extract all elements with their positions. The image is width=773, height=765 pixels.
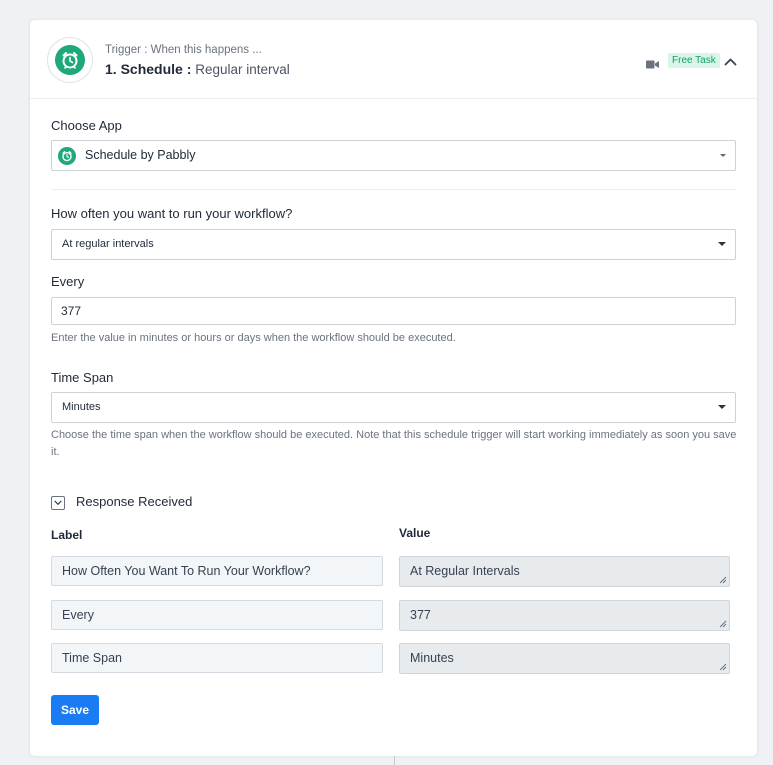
value-column-header: Value: [399, 526, 431, 540]
frequency-value: At regular intervals: [62, 238, 154, 250]
frequency-select[interactable]: At regular intervals: [51, 229, 736, 260]
alarm-clock-icon: [55, 45, 85, 75]
response-value-field[interactable]: At Regular Intervals: [399, 556, 730, 587]
choose-app-value: Schedule by Pabbly: [85, 148, 196, 162]
chevron-down-icon: [718, 242, 726, 246]
choose-app-label: Choose App: [51, 118, 122, 133]
alarm-clock-icon: [58, 147, 76, 165]
save-button[interactable]: Save: [51, 695, 99, 725]
chevron-up-icon[interactable]: [724, 54, 737, 72]
trigger-step-card: Trigger : When this happens ... 1. Sched…: [30, 20, 757, 756]
free-task-badge: Free Task: [668, 53, 720, 68]
chevron-down-icon: [718, 405, 726, 409]
every-input[interactable]: 377: [51, 297, 736, 325]
response-value-field[interactable]: Minutes: [399, 643, 730, 674]
time-span-label: Time Span: [51, 370, 114, 385]
time-span-help-text: Choose the time span when the workflow s…: [51, 429, 737, 458]
response-label-field[interactable]: Every: [51, 600, 383, 630]
resize-grip-icon[interactable]: [719, 576, 727, 584]
response-label-field[interactable]: Time Span: [51, 643, 383, 673]
response-label-field[interactable]: How Often You Want To Run Your Workflow?: [51, 556, 383, 586]
trigger-label: Trigger : When this happens ...: [105, 44, 262, 56]
chevron-down-icon: [720, 154, 726, 157]
divider: [51, 189, 736, 190]
response-value-field[interactable]: 377: [399, 600, 730, 631]
step-title-sub: Regular interval: [195, 62, 290, 77]
step-title-main: 1. Schedule :: [105, 61, 192, 77]
response-value-text: At Regular Intervals: [410, 564, 520, 578]
label-column-header: Label: [51, 528, 83, 542]
chevron-down-icon: [54, 500, 62, 505]
resize-grip-icon[interactable]: [719, 620, 727, 628]
frequency-label: How often you want to run your workflow?: [51, 206, 293, 221]
every-label: Every: [51, 274, 85, 289]
every-help-text: Enter the value in minutes or hours or d…: [51, 332, 456, 344]
choose-app-select[interactable]: Schedule by Pabbly: [51, 140, 736, 171]
video-icon[interactable]: [646, 56, 659, 74]
app-logo: [47, 37, 93, 83]
time-span-select[interactable]: Minutes: [51, 392, 736, 423]
step-header[interactable]: Trigger : When this happens ... 1. Sched…: [30, 20, 757, 99]
step-title: 1. Schedule : Regular interval: [105, 61, 290, 77]
response-toggle[interactable]: [51, 496, 65, 510]
resize-grip-icon[interactable]: [719, 663, 727, 671]
response-received-title: Response Received: [76, 494, 193, 509]
response-value-text: Minutes: [410, 651, 454, 665]
time-span-value: Minutes: [62, 401, 101, 413]
response-value-text: 377: [410, 608, 431, 622]
